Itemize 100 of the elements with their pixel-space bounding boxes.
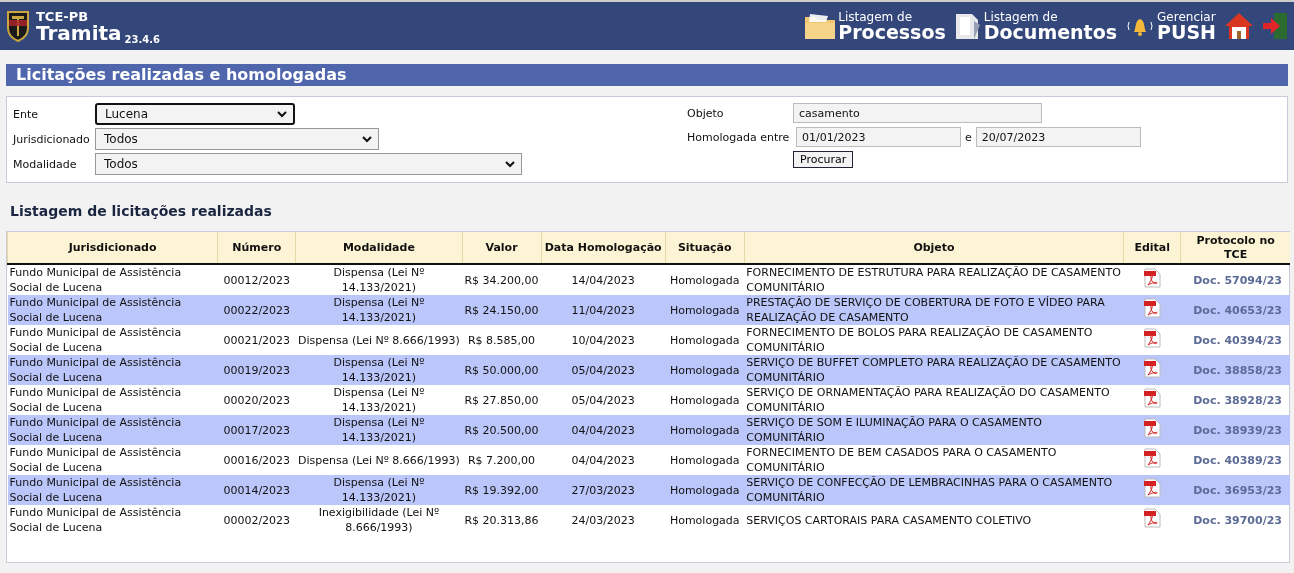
table-cell: Homologada [665, 295, 745, 325]
table-cell: Fundo Municipal de Assistência Social de Lucena [7, 505, 218, 535]
select-field[interactable]: Todos [95, 153, 522, 175]
filter-label: Jurisdicionado [13, 132, 91, 146]
table-cell: Fundo Municipal de Assistência Social de Lucena [7, 445, 218, 475]
table-cell: Homologada [665, 475, 745, 505]
table-cell: R$ 50.000,00 [462, 355, 542, 385]
filter-label: Homologada entre [687, 130, 791, 144]
pdf-icon[interactable] [1143, 478, 1162, 498]
table-cell: Dispensa (Lei Nº 14.133/2021) [295, 264, 462, 295]
chevron-down-icon [362, 135, 372, 143]
table-cell: SERVIÇOS CARTORAIS PARA CASAMENTO COLETIVO [744, 505, 1124, 535]
filter-label: Objeto [687, 106, 725, 120]
table-cell: Dispensa (Lei Nº 14.133/2021) [295, 385, 462, 415]
table-cell: Homologada [665, 385, 745, 415]
column-header: Jurisdicionado [7, 232, 218, 264]
table-cell: Inexigibilidade (Lei Nº 8.666/1993) [295, 505, 462, 535]
table-cell: 27/03/2023 [541, 475, 666, 505]
search-button[interactable]: Procurar [793, 151, 854, 168]
table-cell: Dispensa (Lei Nº 14.133/2021) [295, 355, 462, 385]
nav-link[interactable]: Listagem de Processos [804, 10, 946, 42]
app-name: Tramita [36, 22, 122, 43]
chevron-down-icon [277, 110, 287, 118]
table-cell: Homologada [665, 445, 745, 475]
table-cell: 00022/2023 [217, 295, 296, 325]
column-header: Número [217, 232, 296, 264]
org-name: TCE-PB [36, 9, 90, 23]
table-cell: 00019/2023 [217, 355, 296, 385]
table-cell: Dispensa (Lei Nº 14.133/2021) [295, 295, 462, 325]
table-cell: 00012/2023 [217, 264, 296, 295]
column-header: Protocolo no TCE [1180, 232, 1290, 264]
table-cell: Homologada [665, 264, 745, 295]
date-field[interactable]: 01/01/2023 [796, 127, 961, 147]
table-cell: R$ 34.200,00 [462, 264, 542, 295]
protocol-link[interactable]: Doc. 38928/23 [1193, 393, 1282, 407]
nav-link[interactable]: Gerenciar PUSH [1125, 10, 1216, 42]
pdf-icon[interactable] [1143, 268, 1162, 288]
nav-link[interactable]: Listagem de Documentos [953, 10, 1118, 42]
table-cell: Fundo Municipal de Assistência Social de Lucena [7, 475, 218, 505]
home-icon[interactable] [1224, 11, 1254, 41]
column-header: Edital [1123, 232, 1181, 264]
table-cell: R$ 8.585,00 [462, 325, 542, 355]
table-cell: Homologada [665, 355, 745, 385]
table-cell: 10/04/2023 [541, 325, 666, 355]
table-cell: R$ 20.500,00 [462, 415, 542, 445]
table-cell: SERVIÇO DE SOM E ILUMINAÇÃO PARA O CASAMENTO COMUNITÁRIO [744, 415, 1124, 445]
table-cell: Dispensa (Lei Nº 8.666/1993) [295, 445, 462, 475]
table-cell: Fundo Municipal de Assistência Social de Lucena [7, 385, 218, 415]
column-header: Objeto [744, 232, 1124, 264]
table-cell: R$ 7.200,00 [462, 445, 542, 475]
document-icon [953, 11, 982, 41]
table-cell: 00002/2023 [217, 505, 296, 535]
table-cell: 00017/2023 [217, 415, 296, 445]
table-cell: FORNECIMENTO DE ESTRUTURA PARA REALIZAÇÃO DE CASAMENTO COMUNITÁRIO [744, 264, 1124, 295]
pdf-icon[interactable] [1143, 508, 1162, 528]
table-cell: 11/04/2023 [541, 295, 666, 325]
input-field[interactable]: casamento [793, 103, 1042, 123]
table-cell: R$ 27.850,00 [462, 385, 542, 415]
table-cell: 14/04/2023 [541, 264, 666, 295]
filter-label: Ente [13, 107, 39, 121]
table-cell: 05/04/2023 [541, 355, 666, 385]
table-cell: Dispensa (Lei Nº 8.666/1993) [295, 325, 462, 355]
protocol-link[interactable]: Doc. 39700/23 [1193, 513, 1282, 527]
pdf-icon[interactable] [1143, 388, 1162, 408]
table-cell: SERVIÇO DE ORNAMENTAÇÃO PARA REALIZAÇÃO DO CASAMENTO COMUNITÁRIO [744, 385, 1124, 415]
pdf-icon[interactable] [1143, 418, 1162, 438]
protocol-link[interactable]: Doc. 40389/23 [1193, 453, 1282, 467]
table-cell: Fundo Municipal de Assistência Social de Lucena [7, 325, 218, 355]
select-field[interactable]: Lucena [95, 103, 295, 125]
filter-label: Modalidade [13, 157, 78, 171]
table-cell: Fundo Municipal de Assistência Social de Lucena [7, 355, 218, 385]
table-cell: Fundo Municipal de Assistência Social de Lucena [7, 264, 218, 295]
column-header: Situação [665, 232, 745, 264]
table-cell: Dispensa (Lei Nº 14.133/2021) [295, 475, 462, 505]
table-cell: Homologada [665, 415, 745, 445]
table-cell: FORNECIMENTO DE BEM CASADOS PARA O CASAMENTO COMUNITÁRIO [744, 445, 1124, 475]
table-cell: 00021/2023 [217, 325, 296, 355]
table-cell: 05/04/2023 [541, 385, 666, 415]
table-cell: R$ 20.313,86 [462, 505, 542, 535]
date-field[interactable]: 20/07/2023 [975, 127, 1141, 147]
app-version: 23.4.6 [124, 34, 160, 45]
table-cell: PRESTAÇÃO DE SERVIÇO DE COBERTURA DE FOTO E VÍDEO PARA REALIZAÇÃO DE CASAMENTO [744, 295, 1124, 325]
range-joiner: e [964, 130, 973, 144]
table-cell: Homologada [665, 505, 745, 535]
protocol-link[interactable]: Doc. 40394/23 [1193, 333, 1282, 347]
pdf-icon[interactable] [1143, 358, 1162, 378]
section-title: Listagem de licitações realizadas [10, 203, 273, 221]
table-cell: Homologada [665, 325, 745, 355]
column-header: Data Homologação [541, 232, 666, 264]
select-field[interactable]: Todos [95, 128, 379, 150]
pdf-icon[interactable] [1143, 328, 1162, 348]
protocol-link[interactable]: Doc. 57094/23 [1193, 273, 1282, 287]
table-cell: 00016/2023 [217, 445, 296, 475]
pdf-icon[interactable] [1143, 298, 1162, 318]
table-cell: Fundo Municipal de Assistência Social de Lucena [7, 295, 218, 325]
table-cell: SERVIÇO DE BUFFET COMPLETO PARA REALIZAÇÃO DE CASAMENTO COMUNITÁRIO [744, 355, 1124, 385]
folder-icon [804, 12, 837, 40]
table-cell: FORNECIMENTO DE BOLOS PARA REALIZAÇÃO DE CASAMENTO COMUNITÁRIO [744, 325, 1124, 355]
pdf-icon[interactable] [1143, 448, 1162, 468]
table-cell: Dispensa (Lei Nº 14.133/2021) [295, 415, 462, 445]
